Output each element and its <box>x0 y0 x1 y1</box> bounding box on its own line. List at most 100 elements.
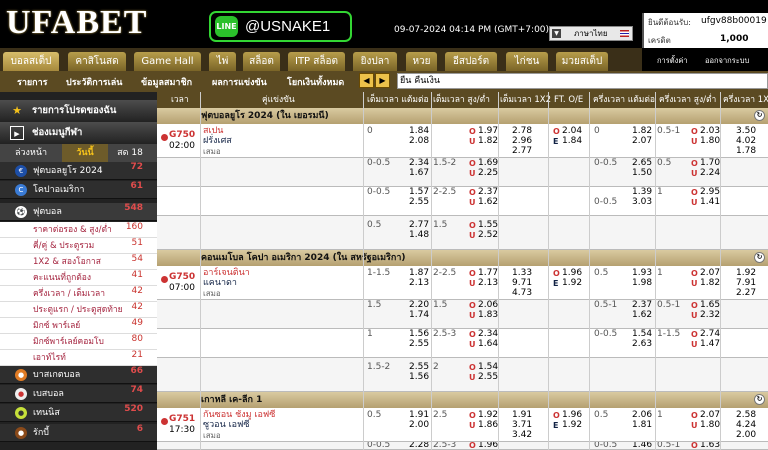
odds-cell[interactable]: 1.41 <box>700 197 720 208</box>
odds-cell[interactable]: 1.62 <box>478 197 498 208</box>
subnav-list[interactable]: รายการ <box>17 75 48 89</box>
odds-cell[interactable]: 1.46 <box>632 442 652 449</box>
subnav-member-info[interactable]: ข้อมูลสมาชิก <box>141 75 192 89</box>
league-header[interactable]: เกาหลี เค-ลีก 1 ↻ <box>157 392 768 408</box>
subnav-history[interactable]: ประวัติการเล่น <box>66 75 122 89</box>
submenu-item[interactable]: ประตูแรก / ประตูสุดท้าย 42 <box>0 302 157 318</box>
subnav-transfer-all[interactable]: โยกเงินทั้งหมด <box>287 75 344 89</box>
sport-tennis[interactable]: ● เทนนิส 520 <box>0 404 157 422</box>
odds-cell[interactable]: 2.08 <box>409 136 429 147</box>
league-header[interactable]: ฟุตบอลยูโร 2024 (ใน เยอรมนี) ↻ <box>157 108 768 124</box>
sport-euro[interactable]: € ฟุตบอลยูโร 2024 72 <box>0 162 157 180</box>
tab-boxing-step[interactable]: มวยสเต็ป <box>556 52 608 71</box>
arrow-right-icon[interactable]: ▶ <box>375 73 390 88</box>
odds-cell[interactable]: 1.81 <box>632 420 652 431</box>
odds-cell[interactable]: 2.13 <box>409 278 429 289</box>
odds-cell[interactable]: 1.62 <box>632 310 652 321</box>
settings-link[interactable]: การตั้งค่า <box>657 55 688 67</box>
arrow-left-icon[interactable]: ◀ <box>359 73 374 88</box>
odds-cell[interactable]: 1.80 <box>700 420 720 431</box>
submenu-item[interactable]: คะแนนที่ถูกต้อง 41 <box>0 270 157 286</box>
odds-cell[interactable]: 1.82 <box>700 278 720 289</box>
odds-cell[interactable]: 1.96 <box>478 442 498 449</box>
sport-soccer[interactable]: ⚽ ฟุตบอล 548 <box>0 203 157 221</box>
tab-itp-slots[interactable]: ITP สล็อต <box>288 52 345 71</box>
odds-cell[interactable]: 2.27 <box>736 288 756 299</box>
tab-early[interactable]: ล่วงหน้า <box>6 144 56 162</box>
sport-rugby[interactable]: ● รักบี้ 6 <box>0 424 157 442</box>
submenu-item[interactable]: ราคาต่อรอง & สูง/ต่ำ 160 <box>0 222 157 238</box>
sport-baseball[interactable]: ● เบสบอล 74 <box>0 385 157 403</box>
language-select[interactable]: ▼ ภาษาไทย <box>549 26 633 41</box>
odds-cell[interactable]: 1.63 <box>700 442 720 449</box>
odds-cell[interactable]: 2.52 <box>478 230 498 241</box>
odds-cell[interactable]: 2.07 <box>632 136 652 147</box>
tab-cockfight[interactable]: ไก่ชน <box>506 52 548 71</box>
odds-cell[interactable]: 1.48 <box>409 230 429 241</box>
odds-cell[interactable]: 1.98 <box>632 278 652 289</box>
tab-cards[interactable]: ไพ่ <box>209 52 236 71</box>
odds-cell[interactable]: 2.25 <box>478 168 498 179</box>
odds-cell[interactable]: 1.86 <box>478 420 498 431</box>
marquee-input[interactable]: ยืน คืนเงิน <box>397 73 768 89</box>
tab-game-hall[interactable]: Game Hall <box>134 52 201 71</box>
odds-cell[interactable]: 2.55 <box>478 372 498 383</box>
favorite-icon[interactable] <box>161 276 168 283</box>
odds-cell[interactable]: 1.84 <box>562 136 582 147</box>
tab-live-casino[interactable]: คาสิโนสด <box>68 52 126 71</box>
tab-step[interactable]: บอลสเต็ป <box>3 52 59 71</box>
tab-today[interactable]: วันนี้ <box>62 144 108 162</box>
odds-cell[interactable]: 1.83 <box>478 310 498 321</box>
odds-cell[interactable]: 1.92 <box>562 420 582 431</box>
odds-cell[interactable]: 1.56 <box>409 372 429 383</box>
sport-copa[interactable]: C โคปาอเมริกา 61 <box>0 181 157 199</box>
league-header[interactable]: คอนเมโบล โคปา อเมริกา 2024 (ใน สหรัฐอเมร… <box>157 250 768 266</box>
odds-cell[interactable]: 3.03 <box>632 197 652 208</box>
odds-cell[interactable]: 2.00 <box>736 430 756 441</box>
odds-cell[interactable]: 3.42 <box>512 430 532 441</box>
submenu-item[interactable]: มิกซ์ พาร์เลย์ 49 <box>0 318 157 334</box>
odds-cell[interactable]: 2.28 <box>409 442 429 449</box>
odds-cell[interactable]: 1.78 <box>736 146 756 157</box>
refresh-icon[interactable]: ↻ <box>754 110 765 121</box>
odds-cell[interactable]: 2.63 <box>632 339 652 350</box>
submenu-item[interactable]: มิกซ์พาร์เลย์คอมโบ 80 <box>0 334 157 350</box>
odds-cell[interactable]: 4.73 <box>512 288 532 299</box>
odds-cell[interactable]: 1.64 <box>478 339 498 350</box>
ufabet-logo[interactable]: UFABET <box>6 4 147 42</box>
favorite-icon[interactable] <box>161 418 168 425</box>
odds-cell[interactable]: 2.55 <box>409 197 429 208</box>
odds-cell[interactable]: 1.92 <box>562 278 582 289</box>
odds-cell[interactable]: 1.47 <box>700 339 720 350</box>
refresh-icon[interactable]: ↻ <box>754 252 765 263</box>
line-contact-badge[interactable]: LINE @USNAKE1 <box>209 11 352 42</box>
sports-menu-header[interactable]: ▶ ช่องเมนูกีฬา <box>0 122 157 144</box>
my-events-header[interactable]: ★ รายการโปรดของฉัน <box>0 100 157 122</box>
odds-cell[interactable]: 1.67 <box>409 168 429 179</box>
submenu-item[interactable]: คี่/คู่ & ประตูรวม 51 <box>0 238 157 254</box>
odds-cell[interactable]: 2.00 <box>409 420 429 431</box>
submenu-item[interactable]: เอาท์ไรท์ 21 <box>0 350 157 366</box>
tab-esports[interactable]: อีสปอร์ต <box>445 52 497 71</box>
tab-slots[interactable]: สล็อต <box>243 52 280 71</box>
odds-cell[interactable]: 2.77 <box>512 146 532 157</box>
odds-cell[interactable]: 1.50 <box>632 168 652 179</box>
tab-fishing[interactable]: ยิงปลา <box>353 52 397 71</box>
subnav-results[interactable]: ผลการแข่งขัน <box>212 75 267 89</box>
sport-basketball[interactable]: ● บาสเกตบอล 66 <box>0 366 157 384</box>
logout-link[interactable]: ออกจากระบบ <box>705 55 749 67</box>
odds-cell[interactable]: 2.24 <box>700 168 720 179</box>
favorite-icon[interactable] <box>161 134 168 141</box>
tab-live[interactable]: สด 18 <box>108 144 152 162</box>
odds-cell[interactable]: 2.32 <box>700 310 720 321</box>
tab-lottery[interactable]: หวย <box>406 52 437 71</box>
submenu-item[interactable]: 1X2 & สองโอกาส 54 <box>0 254 157 270</box>
match-time: 17:30 <box>169 425 195 435</box>
odds-cell[interactable]: 1.82 <box>478 136 498 147</box>
odds-cell[interactable]: 2.55 <box>409 339 429 350</box>
odds-cell[interactable]: 2.13 <box>478 278 498 289</box>
refresh-icon[interactable]: ↻ <box>754 394 765 405</box>
odds-cell[interactable]: 1.74 <box>409 310 429 321</box>
submenu-item[interactable]: ครึ่งเวลา / เต็มเวลา 42 <box>0 286 157 302</box>
odds-cell[interactable]: 1.80 <box>700 136 720 147</box>
